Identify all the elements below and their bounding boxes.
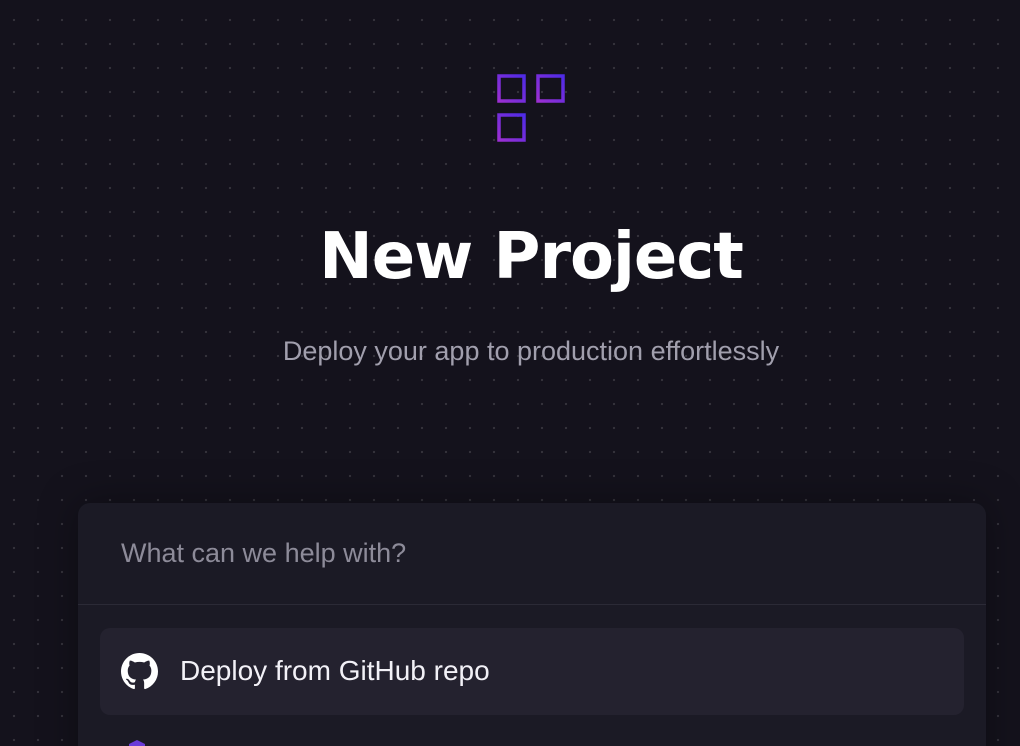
page-subtitle: Deploy your app to production effortless… bbox=[282, 336, 780, 366]
hero-section: New Project Deploy your app to productio… bbox=[0, 0, 1020, 500]
search-input[interactable] bbox=[100, 533, 981, 573]
page-title: New Project bbox=[319, 220, 744, 294]
command-panel: Deploy from GitHub repo bbox=[78, 503, 986, 746]
option-label: Deploy from GitHub repo bbox=[180, 655, 490, 686]
search-row bbox=[78, 503, 986, 605]
deploy-from-github-option[interactable]: Deploy from GitHub repo bbox=[100, 628, 964, 715]
github-icon bbox=[121, 653, 158, 690]
add-app-grid-icon bbox=[497, 74, 566, 142]
database-icon bbox=[129, 740, 145, 746]
